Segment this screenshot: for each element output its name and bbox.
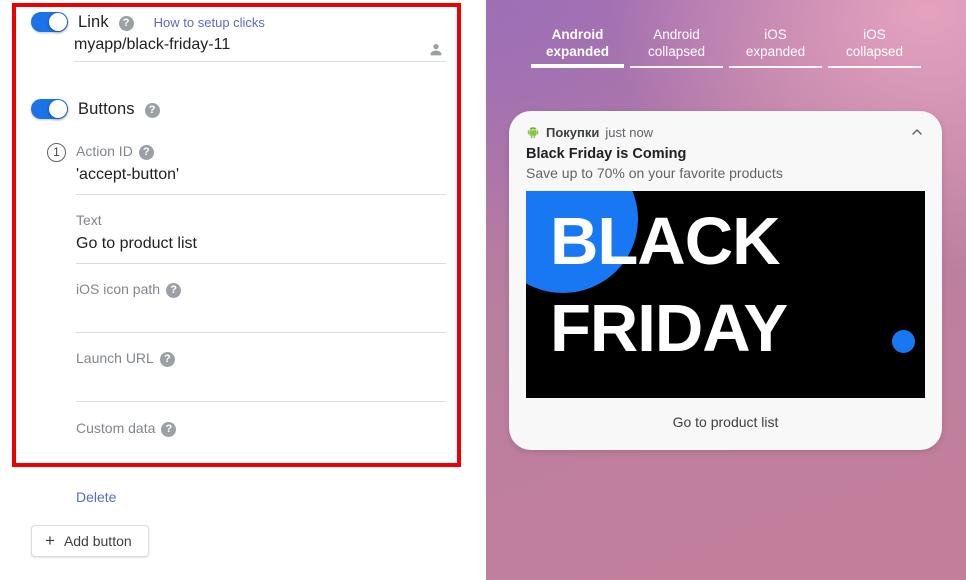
action-id-help-icon[interactable]: ? — [138, 144, 154, 160]
buttons-toggle-knob — [49, 100, 67, 118]
ios-icon-path-value — [76, 297, 446, 332]
notification-body: Save up to 70% on your favorite products — [526, 165, 783, 181]
text-label: Text — [76, 212, 102, 228]
ios-icon-path-underline — [76, 332, 446, 333]
action-id-field[interactable]: Action ID ? 'accept-button' — [76, 143, 446, 195]
tab-ios-collapsed-line1: iOS — [863, 27, 886, 42]
tab-ios-expanded-indicator — [729, 66, 822, 68]
tab-android-expanded-indicator — [531, 64, 624, 68]
launch-url-help-icon[interactable]: ? — [159, 351, 175, 367]
add-button[interactable]: + Add button — [31, 525, 149, 557]
delete-button[interactable]: Delete — [76, 489, 116, 505]
person-icon[interactable] — [428, 42, 444, 58]
tab-ios-expanded-line2: expanded — [745, 44, 806, 59]
launch-url-underline — [76, 401, 446, 402]
chevron-up-icon[interactable] — [909, 124, 925, 140]
tab-android-collapsed-line1: Android — [653, 27, 700, 42]
ios-icon-path-field[interactable]: iOS icon path ? — [76, 281, 446, 333]
banner-blue-dot — [892, 330, 915, 353]
link-toggle-row: Link ? How to setup clicks — [31, 12, 265, 32]
action-id-value: 'accept-button' — [76, 166, 180, 183]
notification-action-button[interactable]: Go to product list — [526, 398, 925, 434]
custom-data-label-row: Custom data ? — [76, 420, 446, 437]
banner-text-line1: BLACK — [550, 204, 780, 279]
custom-data-label: Custom data — [76, 420, 156, 436]
button-index-badge: 1 — [47, 143, 66, 162]
link-toggle-switch[interactable] — [31, 12, 68, 32]
notification-image: BLACK FRIDAY — [526, 191, 925, 398]
notification-timestamp: just now — [605, 124, 654, 140]
notification-card[interactable]: Покупки just now Black Friday is Coming … — [509, 111, 942, 450]
preview-tabs: Android expanded Android collapsed iOS e… — [486, 26, 966, 68]
ios-icon-path-label-row: iOS icon path ? — [76, 281, 446, 298]
app-root: Link ? How to setup clicks myapp/black-f… — [0, 0, 966, 580]
link-toggle-label: Link — [78, 12, 109, 31]
action-id-underline — [76, 194, 446, 195]
link-toggle-knob — [49, 13, 67, 31]
link-help-icon[interactable]: ? — [118, 15, 134, 31]
text-underline — [76, 263, 446, 264]
link-field-value: myapp/black-friday-11 — [74, 36, 231, 53]
how-to-setup-clicks-link[interactable]: How to setup clicks — [154, 15, 265, 30]
text-field[interactable]: Text Go to product list — [76, 212, 446, 264]
buttons-help-icon[interactable]: ? — [144, 102, 160, 118]
text-label-row: Text — [76, 212, 446, 228]
custom-data-field[interactable]: Custom data ? — [76, 420, 446, 437]
link-field[interactable]: myapp/black-friday-11 — [74, 36, 446, 62]
notification-editor-panel: Link ? How to setup clicks myapp/black-f… — [0, 0, 486, 580]
tab-ios-collapsed-indicator — [828, 66, 921, 68]
launch-url-value — [76, 366, 446, 401]
add-button-label: Add button — [63, 533, 132, 549]
tab-android-expanded[interactable]: Android expanded — [528, 26, 627, 68]
tab-android-expanded-line2: expanded — [545, 44, 610, 59]
launch-url-field[interactable]: Launch URL ? — [76, 350, 446, 402]
tab-ios-collapsed[interactable]: iOS collapsed — [825, 26, 924, 68]
tab-android-collapsed-indicator — [630, 66, 723, 68]
tab-ios-expanded[interactable]: iOS expanded — [726, 26, 825, 68]
notification-app-name: Покупки — [546, 124, 600, 140]
android-robot-icon — [526, 125, 540, 139]
notification-header: Покупки just now — [526, 124, 925, 140]
launch-url-label-row: Launch URL ? — [76, 350, 446, 367]
launch-url-label: Launch URL — [76, 350, 154, 366]
buttons-toggle-label: Buttons — [78, 99, 135, 118]
custom-data-help-icon[interactable]: ? — [161, 421, 177, 437]
tab-android-collapsed-line2: collapsed — [647, 44, 706, 59]
editor-form: Link ? How to setup clicks myapp/black-f… — [0, 0, 486, 580]
buttons-toggle-switch[interactable] — [31, 99, 68, 119]
action-id-label-row: Action ID ? — [76, 143, 446, 160]
tab-ios-expanded-line1: iOS — [764, 27, 787, 42]
ios-icon-path-label: iOS icon path — [76, 281, 161, 297]
notification-title: Black Friday is Coming — [526, 146, 687, 162]
ios-icon-path-help-icon[interactable]: ? — [166, 282, 182, 298]
banner-text-line2: FRIDAY — [550, 291, 788, 366]
tab-ios-collapsed-line2: collapsed — [845, 44, 904, 59]
tab-android-expanded-line1: Android — [551, 27, 604, 42]
action-id-label: Action ID — [76, 143, 133, 159]
plus-icon: + — [45, 530, 55, 550]
link-field-underline — [74, 61, 446, 62]
buttons-toggle-row: Buttons ? — [31, 99, 160, 119]
tab-android-collapsed[interactable]: Android collapsed — [627, 26, 726, 68]
text-value: Go to product list — [76, 235, 197, 252]
notification-preview-panel: Android expanded Android collapsed iOS e… — [486, 0, 966, 580]
